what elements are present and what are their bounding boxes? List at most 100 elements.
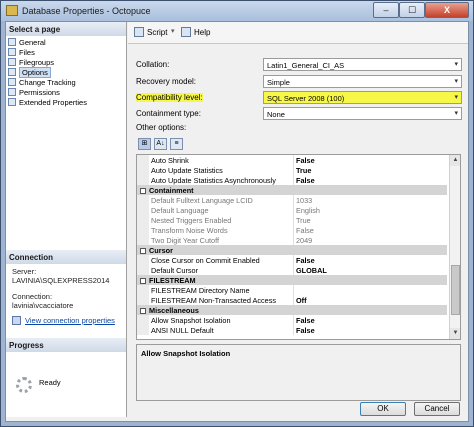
property-pages-icon[interactable]: ≡ [170,138,183,150]
grid-property-row[interactable]: Allow Snapshot Isolation False [137,315,447,325]
property-value[interactable]: English [296,206,446,215]
grid-property-row[interactable]: Transform Noise Words False [137,225,447,235]
property-value[interactable]: False [296,326,446,335]
property-name: Auto Update Statistics Asynchronously [151,176,276,185]
page-item-general[interactable]: General [8,37,124,47]
scroll-down-icon[interactable]: ▼ [450,328,460,339]
collation-select[interactable]: Latin1_General_CI_AS ▾ [263,58,462,71]
grid-property-row[interactable]: Auto Update Statistics True [137,165,447,175]
column-divider [293,175,294,185]
property-name: Two Digit Year Cutoff [151,236,220,245]
grid-property-row[interactable]: Close Cursor on Commit Enabled False [137,255,447,265]
property-name: Default Language [151,206,209,215]
property-value[interactable]: True [296,166,446,175]
property-value[interactable]: 2049 [296,236,446,245]
collapse-icon[interactable] [140,278,146,284]
grid-category-row[interactable]: FILESTREAM [137,275,447,285]
row-gutter [137,155,149,165]
grid-property-row[interactable]: Two Digit Year Cutoff 2049 [137,235,447,245]
script-dropdown-arrow[interactable]: ▾ [171,27,175,35]
grid-property-row[interactable]: ANSI NULL Default False [137,325,447,335]
property-value[interactable]: False [296,176,446,185]
property-grid-scrollbar[interactable]: ▲ ▼ [449,155,460,339]
property-value[interactable]: GLOBAL [296,266,446,275]
column-divider [293,295,294,305]
recovery-model-select[interactable]: Simple ▾ [263,75,462,88]
connection-label: Connection: [12,292,53,301]
alphabetical-sort-icon[interactable]: A↓ [154,138,167,150]
page-item-label: Filegroups [19,57,55,67]
collapse-icon[interactable] [140,188,146,194]
script-button[interactable]: Script [134,27,167,37]
row-gutter [137,325,149,335]
property-value[interactable]: False [296,156,446,165]
ok-button[interactable]: OK [360,402,406,416]
title-bar[interactable]: Database Properties - Octopuce – ☐ X [1,1,473,21]
help-icon [181,27,191,37]
grid-property-row[interactable]: FILESTREAM Non-Transacted Access Off [137,295,447,305]
row-gutter [137,205,149,215]
dialog-content: Select a page General Files Filegroups Opti… [5,21,469,422]
row-gutter [137,265,149,275]
view-connection-properties-link[interactable]: View connection properties [12,316,115,325]
containment-type-select[interactable]: None ▾ [263,107,462,120]
page-icon [8,88,16,96]
page-item-options[interactable]: Options [8,66,124,78]
server-label: Server: [12,267,37,276]
grid-property-row[interactable]: Auto Shrink False [137,155,447,165]
left-pane: Select a page General Files Filegroups Opti… [6,22,127,417]
chevron-down-icon: ▾ [454,61,458,68]
view-connection-properties-label: View connection properties [25,316,115,325]
property-value[interactable]: False [296,256,446,265]
close-button[interactable]: X [425,2,469,18]
help-button[interactable]: Help [181,27,210,37]
column-divider [293,195,294,205]
page-icon [8,58,16,66]
categorized-view-icon[interactable]: ⊞ [138,138,151,150]
cancel-button[interactable]: Cancel [414,402,460,416]
grid-property-row[interactable]: Nested Triggers Enabled True [137,215,447,225]
page-item-files[interactable]: Files [8,47,124,57]
row-gutter [137,195,149,205]
grid-category-row[interactable]: Containment [137,185,447,195]
chevron-down-icon: ▾ [454,110,458,117]
row-gutter [137,295,149,305]
page-icon [8,48,16,56]
category-label: Cursor [149,246,173,255]
property-name: Auto Update Statistics [151,166,223,175]
page-item-change-tracking[interactable]: Change Tracking [8,77,124,87]
property-value[interactable]: Off [296,296,446,305]
property-value[interactable]: True [296,216,446,225]
right-pane: Script ▾ Help Collation: Latin1_General_… [128,22,468,417]
property-value[interactable]: 1033 [296,196,446,205]
page-item-label: Options [19,66,51,78]
grid-property-row[interactable]: FILESTREAM Directory Name [137,285,447,295]
grid-property-row[interactable]: Default Language English [137,205,447,215]
maximize-button[interactable]: ☐ [399,2,425,18]
property-value[interactable]: False [296,226,446,235]
row-gutter [137,225,149,235]
minimize-button[interactable]: – [373,2,399,18]
grid-property-row[interactable]: Default Fulltext Language LCID 1033 [137,195,447,205]
property-grid[interactable]: Auto Shrink False Auto Update Statistics Tr… [136,154,461,340]
compatibility-level-select[interactable]: SQL Server 2008 (100) ▾ [263,91,462,104]
grid-toolbar: ⊞ A↓ ≡ [138,138,186,150]
category-label: FILESTREAM [149,276,196,285]
column-divider [293,285,294,295]
page-list: General Files Filegroups Options Change Trac… [8,37,124,107]
page-icon [8,68,16,76]
grid-category-row[interactable]: Miscellaneous [137,305,447,315]
grid-property-row[interactable]: Default Cursor GLOBAL [137,265,447,275]
connection-header: Connection [6,250,126,264]
page-item-filegroups[interactable]: Filegroups [8,57,124,67]
scroll-thumb[interactable] [451,265,460,315]
grid-category-row[interactable]: Cursor [137,245,447,255]
scroll-up-icon[interactable]: ▲ [450,155,460,166]
progress-header: Progress [6,338,126,352]
grid-property-row[interactable]: Auto Update Statistics Asynchronously Fal… [137,175,447,185]
collapse-icon[interactable] [140,308,146,314]
page-item-permissions[interactable]: Permissions [8,87,124,97]
page-item-extended-properties[interactable]: Extended Properties [8,97,124,107]
collapse-icon[interactable] [140,248,146,254]
property-value[interactable]: False [296,316,446,325]
